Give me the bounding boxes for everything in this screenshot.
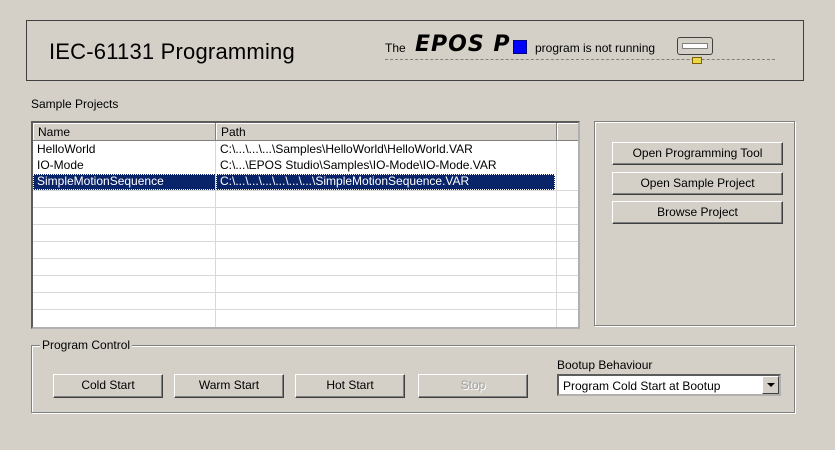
row-path: C:\...\...\...\Samples\HelloWorld\HelloW… xyxy=(220,142,473,156)
table-row[interactable]: HelloWorld C:\...\...\...\Samples\HelloW… xyxy=(33,142,578,158)
row-name: SimpleMotionSequence xyxy=(33,174,216,190)
row-name: HelloWorld xyxy=(37,142,96,156)
open-sample-project-button[interactable]: Open Sample Project xyxy=(612,172,783,195)
bootup-behaviour-select[interactable]: Program Cold Start at Bootup xyxy=(557,374,781,396)
brand-logo: EPOS P xyxy=(415,32,511,57)
hot-start-button[interactable]: Hot Start xyxy=(295,374,405,398)
row-path: C:\...\EPOS Studio\Samples\IO-Mode\IO-Mo… xyxy=(220,158,497,172)
bootup-behaviour-label: Bootup Behaviour xyxy=(557,358,653,372)
column-header-name[interactable]: Name xyxy=(33,123,216,141)
table-row[interactable]: IO-Mode C:\...\EPOS Studio\Samples\IO-Mo… xyxy=(33,158,578,174)
bootup-selected-value: Program Cold Start at Bootup xyxy=(563,379,721,393)
actions-panel: Open Programming Tool Open Sample Projec… xyxy=(594,121,795,326)
status-prefix: The xyxy=(385,41,406,55)
status-indicator-icon xyxy=(513,40,527,54)
open-programming-tool-button[interactable]: Open Programming Tool xyxy=(612,142,783,165)
row-path: C:\...\...\...\...\...\...\SimpleMotionS… xyxy=(216,174,555,190)
warm-start-button[interactable]: Warm Start xyxy=(174,374,284,398)
stop-button[interactable]: Stop xyxy=(418,374,528,398)
controller-icon xyxy=(677,37,713,64)
page-title: IEC-61131 Programming xyxy=(49,39,295,64)
cold-start-button[interactable]: Cold Start xyxy=(53,374,163,398)
row-name: IO-Mode xyxy=(37,158,84,172)
column-header-path[interactable]: Path xyxy=(216,123,557,141)
header-panel: IEC-61131 Programming The EPOS P program… xyxy=(26,20,804,81)
table-row-selected[interactable]: SimpleMotionSequence C:\...\...\...\...\… xyxy=(33,174,555,190)
sample-projects-label: Sample Projects xyxy=(31,97,119,111)
program-control-label: Program Control xyxy=(40,338,133,352)
status-text: program is not running xyxy=(535,41,656,55)
chevron-down-icon[interactable] xyxy=(762,376,779,394)
sample-projects-list[interactable]: Name Path HelloWorld C:\...\...\...\Samp… xyxy=(31,121,580,329)
column-header-empty[interactable] xyxy=(557,123,578,141)
status-divider xyxy=(385,59,775,62)
browse-project-button[interactable]: Browse Project xyxy=(612,201,783,224)
